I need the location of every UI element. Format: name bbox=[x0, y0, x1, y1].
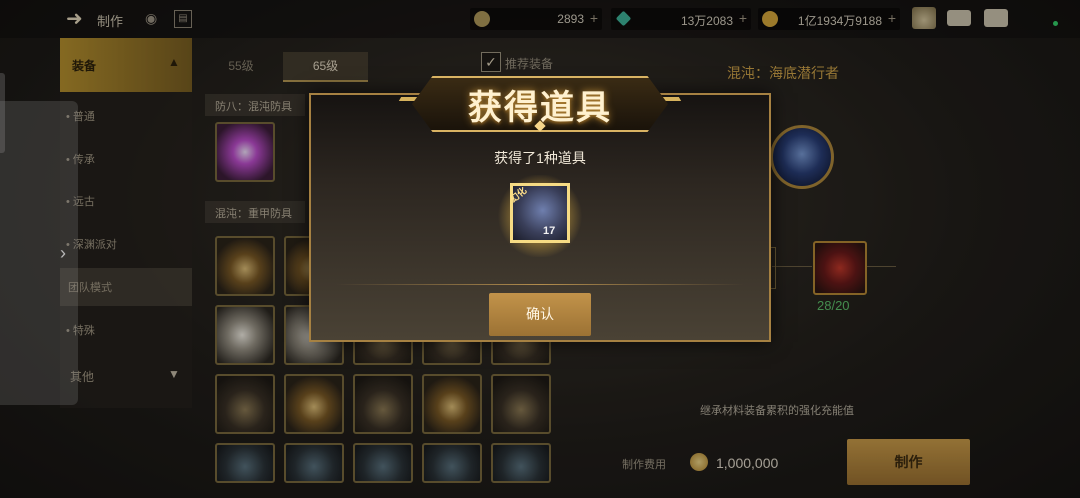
confirm-button[interactable]: 确认 bbox=[489, 293, 591, 336]
dialog-subtitle: 获得了1种道具 bbox=[494, 150, 586, 166]
dialog-divider bbox=[335, 284, 745, 285]
item-quantity: 17 bbox=[543, 225, 556, 237]
